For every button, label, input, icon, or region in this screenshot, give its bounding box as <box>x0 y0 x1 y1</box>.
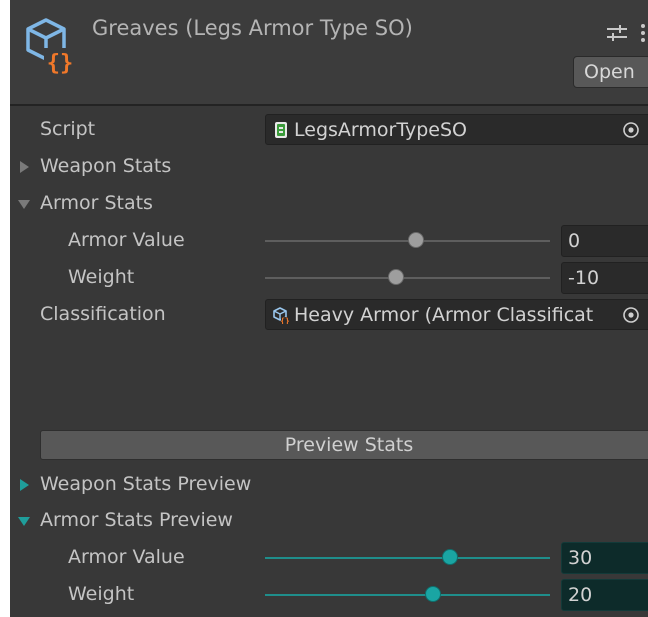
weight-slider-thumb[interactable] <box>388 269 405 285</box>
foldout-collapsed-icon <box>20 479 29 491</box>
asset-title: Greaves (Legs Armor Type SO) <box>92 16 413 40</box>
armor-stats-label: Armor Stats <box>40 192 153 214</box>
classification-field[interactable]: {} Heavy Armor (Armor Classificat <box>265 299 648 330</box>
script-field[interactable]: LegsArmorTypeSO <box>265 114 648 145</box>
armor-value-label: Armor Value <box>68 229 185 251</box>
preview-weight-slider-track[interactable] <box>265 594 550 596</box>
armor-value-slider-thumb[interactable] <box>408 232 425 248</box>
object-picker-icon[interactable] <box>622 306 640 324</box>
preview-weight-text: 20 <box>568 584 593 606</box>
weapon-stats-preview-foldout[interactable]: Weapon Stats Preview <box>10 467 648 503</box>
inspector-panel: {} Greaves (Legs Armor Type SO) Open Scr… <box>10 0 648 617</box>
inspector-header: {} Greaves (Legs Armor Type SO) Open <box>10 0 648 104</box>
foldout-expanded-icon <box>18 517 30 526</box>
more-vertical-icon[interactable] <box>639 22 648 44</box>
classification-row: Classification {} Heavy Armor (Armor Cla… <box>10 297 648 333</box>
weapon-stats-label: Weapon Stats <box>40 155 172 177</box>
object-picker-icon[interactable] <box>622 121 640 139</box>
weapon-stats-foldout[interactable]: Weapon Stats <box>10 149 648 185</box>
preview-armor-value-text: 30 <box>568 547 593 569</box>
svg-text:{}: {} <box>47 51 74 74</box>
preview-armor-value-row: Armor Value 30 <box>10 540 648 576</box>
preview-armor-value-slider-thumb[interactable] <box>442 549 459 565</box>
preview-weight-field[interactable]: 20 <box>561 579 648 611</box>
preview-stats-button[interactable]: Preview Stats <box>40 430 648 460</box>
svg-text:{}: {} <box>280 317 289 325</box>
classification-value: Heavy Armor (Armor Classificat <box>294 304 594 326</box>
armor-stats-preview-label: Armor Stats Preview <box>40 509 233 531</box>
preview-armor-value-field[interactable]: 30 <box>561 542 648 574</box>
armor-value-text: 0 <box>568 230 581 252</box>
weight-text: -10 <box>568 267 600 289</box>
armor-stats-foldout[interactable]: Armor Stats <box>10 186 648 222</box>
preview-weight-slider-thumb[interactable] <box>425 586 442 602</box>
armor-stats-preview-foldout[interactable]: Armor Stats Preview <box>10 503 648 539</box>
weapon-stats-preview-label: Weapon Stats Preview <box>40 473 252 495</box>
script-label: Script <box>40 118 96 140</box>
scriptable-object-icon: {} <box>273 307 289 325</box>
settings-sliders-icon[interactable] <box>606 24 628 42</box>
script-row: Script LegsArmorTypeSO <box>10 112 648 148</box>
scriptable-object-icon: {} <box>26 18 76 74</box>
armor-value-row: Armor Value 0 <box>10 223 648 259</box>
weight-slider-track[interactable] <box>265 277 550 279</box>
foldout-expanded-icon <box>18 200 30 209</box>
preview-armor-value-label: Armor Value <box>68 546 185 568</box>
armor-value-field[interactable]: 0 <box>561 225 648 257</box>
foldout-collapsed-icon <box>20 161 29 173</box>
weight-field[interactable]: -10 <box>561 262 648 294</box>
preview-weight-label: Weight <box>68 583 135 605</box>
weight-row: Weight -10 <box>10 260 648 296</box>
weight-label: Weight <box>68 266 135 288</box>
script-value: LegsArmorTypeSO <box>294 119 467 141</box>
header-divider <box>10 104 648 106</box>
script-file-icon <box>275 122 287 138</box>
open-button[interactable]: Open <box>573 56 648 88</box>
classification-label: Classification <box>40 303 166 325</box>
preview-armor-value-slider-track[interactable] <box>265 557 550 559</box>
preview-weight-row: Weight 20 <box>10 577 648 613</box>
